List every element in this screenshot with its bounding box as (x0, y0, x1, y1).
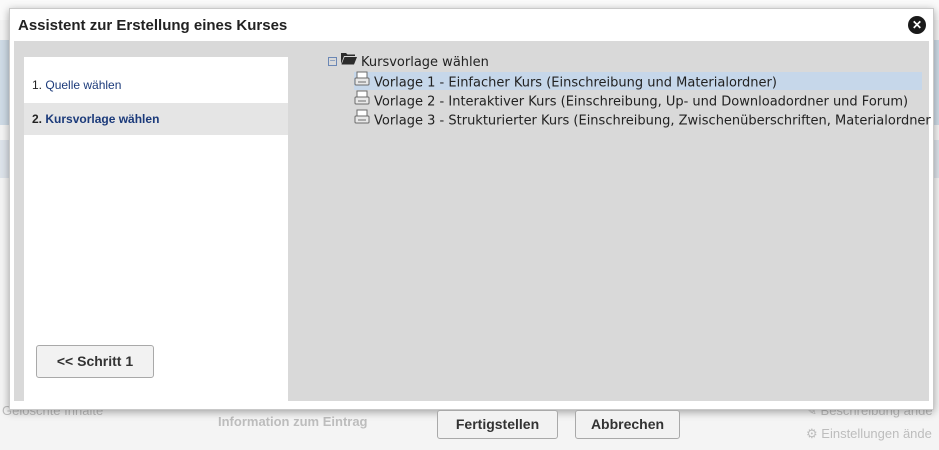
background-settings-text: Einstellungen ände (821, 426, 932, 441)
background-settings-link: ⚙ Einstellungen ände (806, 426, 939, 442)
collapse-icon[interactable]: − (328, 57, 337, 66)
wizard-steps-panel: 1. Quelle wählen 2. Kursvorlage wählen <… (24, 57, 288, 405)
template-option-3[interactable]: Vorlage 3 - Strukturierter Kurs (Einschr… (354, 109, 931, 131)
dialog-title: Assistent zur Erstellung eines Kurses (18, 17, 288, 34)
step-course-template[interactable]: 2. Kursvorlage wählen (24, 103, 288, 135)
gear-icon: ⚙ (806, 426, 818, 441)
background-info-heading: Information zum Eintrag (218, 414, 368, 429)
course-wizard-dialog: Assistent zur Erstellung eines Kurses ✕ … (9, 8, 934, 410)
dialog-header: Assistent zur Erstellung eines Kurses ✕ (10, 9, 933, 41)
close-icon[interactable]: ✕ (908, 16, 926, 34)
template-option-2[interactable]: Vorlage 2 - Interaktiver Kurs (Einschrei… (354, 90, 909, 110)
template-option-1[interactable]: Vorlage 1 - Einfacher Kurs (Einschreibun… (354, 71, 922, 91)
step-label: Kursvorlage wählen (45, 112, 160, 126)
dialog-body: 1. Quelle wählen 2. Kursvorlage wählen <… (14, 41, 931, 405)
template-icon (354, 109, 370, 131)
step-source[interactable]: 1. Quelle wählen (24, 69, 288, 101)
tree-root[interactable]: − Kursvorlage wählen (328, 53, 489, 71)
step-number: 1. (32, 78, 43, 92)
finish-button[interactable]: Fertigstellen (437, 410, 558, 439)
tree-root-label: Kursvorlage wählen (361, 55, 489, 70)
template-option-label: Vorlage 1 - Einfacher Kurs (Einschreibun… (374, 75, 777, 91)
cancel-button[interactable]: Abbrechen (575, 410, 680, 439)
step-number: 2. (32, 112, 43, 126)
template-tree-panel: − Kursvorlage wählen Vorlage 1 - Einfache… (296, 49, 931, 399)
template-option-label: Vorlage 2 - Interaktiver Kurs (Einschrei… (374, 94, 909, 110)
folder-open-icon (341, 52, 357, 71)
template-option-label: Vorlage 3 - Strukturierter Kurs (Einschr… (374, 113, 931, 129)
back-to-step-1-button[interactable]: << Schritt 1 (36, 345, 154, 378)
step-label: Quelle wählen (45, 78, 122, 92)
